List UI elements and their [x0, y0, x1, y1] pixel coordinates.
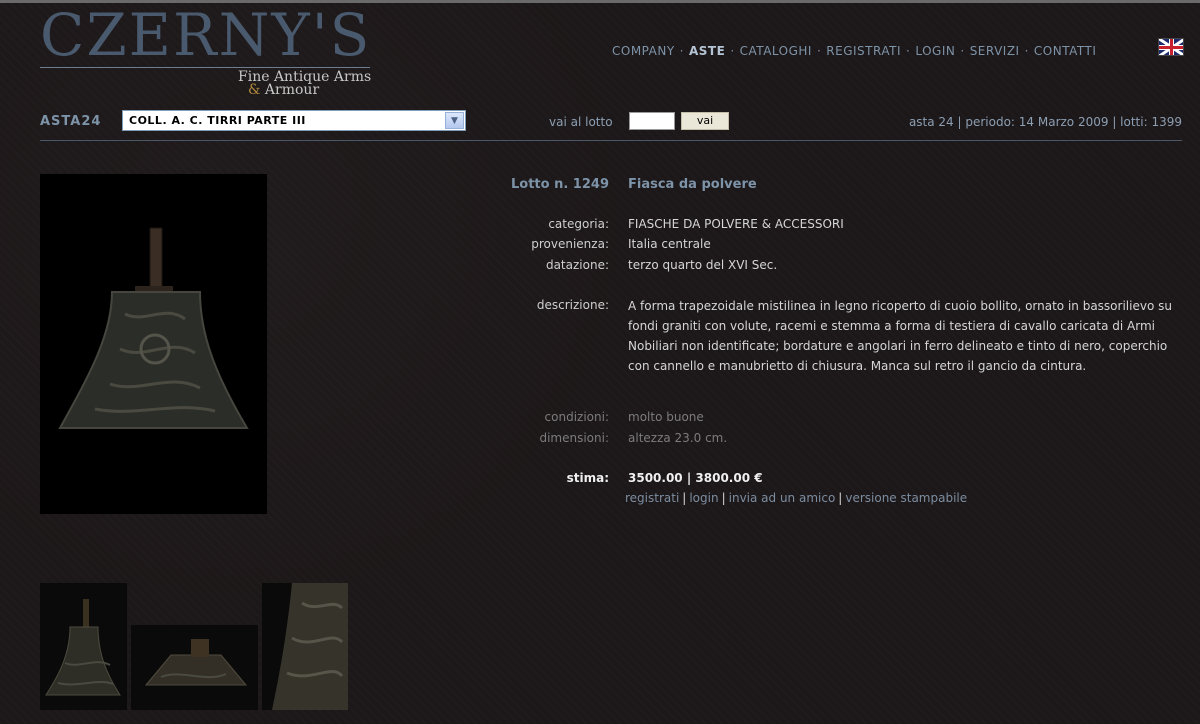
nav-contatti[interactable]: CONTATTI — [1034, 44, 1096, 58]
logo-rule — [40, 67, 370, 68]
nav-separator: · — [1024, 44, 1029, 58]
site-logo[interactable]: CZERNY'S Fine Antique Arms & Armour — [40, 1, 380, 98]
main-nav: COMPANY · ASTE · CATALOGHI · REGISTRATI … — [612, 44, 1096, 58]
nav-separator: · — [816, 44, 822, 58]
estimate-value: 3500.00 | 3800.00 € — [628, 471, 763, 485]
goto-lot-label: vai al lotto — [549, 115, 613, 129]
nav-company[interactable]: COMPANY — [612, 44, 675, 58]
category-label: categoria: — [548, 217, 609, 231]
nav-separator: · — [960, 44, 965, 58]
description-label: descrizione: — [536, 298, 609, 312]
category-value: FIASCHE DA POLVERE & ACCESSORI — [628, 217, 844, 231]
dating-value: terzo quarto del XVI Sec. — [628, 258, 778, 272]
chevron-down-icon[interactable]: ▼ — [445, 112, 464, 129]
uk-flag-icon[interactable] — [1158, 38, 1184, 56]
nav-separator: · — [679, 44, 684, 58]
condition-value: molto buone — [628, 410, 704, 424]
divider — [40, 140, 1182, 141]
nav-separator: · — [730, 44, 735, 58]
register-link[interactable]: registrati — [625, 491, 679, 505]
provenance-value: Italia centrale — [628, 237, 711, 251]
estimate-label: stima: — [566, 471, 609, 485]
provenance-label: provenienza: — [531, 237, 609, 251]
send-to-friend-link[interactable]: invia ad un amico — [729, 491, 836, 505]
logo-wordmark: CZERNY'S — [40, 1, 372, 69]
logo-ampersand: & — [248, 82, 261, 98]
asta-label: ASTA24 — [40, 114, 102, 129]
nav-aste[interactable]: ASTE — [689, 44, 725, 58]
lot-thumbnail-3[interactable] — [262, 583, 348, 710]
nav-registrati[interactable]: REGISTRATI — [826, 44, 901, 58]
login-link[interactable]: login — [689, 491, 718, 505]
dimensions-label: dimensioni: — [539, 431, 609, 445]
print-version-link[interactable]: versione stampabile — [845, 491, 967, 505]
lot-number: Lotto n. 1249 — [510, 177, 609, 192]
nav-cataloghi[interactable]: CATALOGHI — [740, 44, 812, 58]
lot-main-image[interactable] — [40, 174, 267, 514]
nav-login[interactable]: LOGIN — [915, 44, 955, 58]
auction-info: asta 24 | periodo: 14 Marzo 2009 | lotti… — [908, 115, 1182, 129]
catalog-select[interactable]: COLL. A. C. TIRRI PARTE III ▼ — [122, 110, 466, 131]
lot-thumbnail-2[interactable] — [131, 625, 258, 710]
lot-thumbnail-1[interactable] — [40, 583, 127, 710]
description-text: A forma trapezoidale mistilinea in legno… — [628, 299, 1172, 373]
logo-tagline-armour: Armour — [264, 82, 320, 98]
nav-separator: · — [906, 44, 911, 58]
lot-action-links: registrati | login | invia ad un amico | versi… — [625, 491, 968, 505]
lot-title: Fiasca da polvere — [628, 177, 757, 192]
goto-lot-button[interactable]: vai — [681, 112, 729, 130]
catalog-select-value: COLL. A. C. TIRRI PARTE III — [129, 114, 306, 127]
nav-servizi[interactable]: SERVIZI — [970, 44, 1020, 58]
dating-label: datazione: — [545, 258, 609, 272]
dimensions-value: altezza 23.0 cm. — [628, 431, 728, 445]
condition-label: condizioni: — [544, 410, 609, 424]
logo-tagline-2: & Armour — [248, 82, 319, 98]
goto-lot-input[interactable] — [629, 112, 675, 130]
